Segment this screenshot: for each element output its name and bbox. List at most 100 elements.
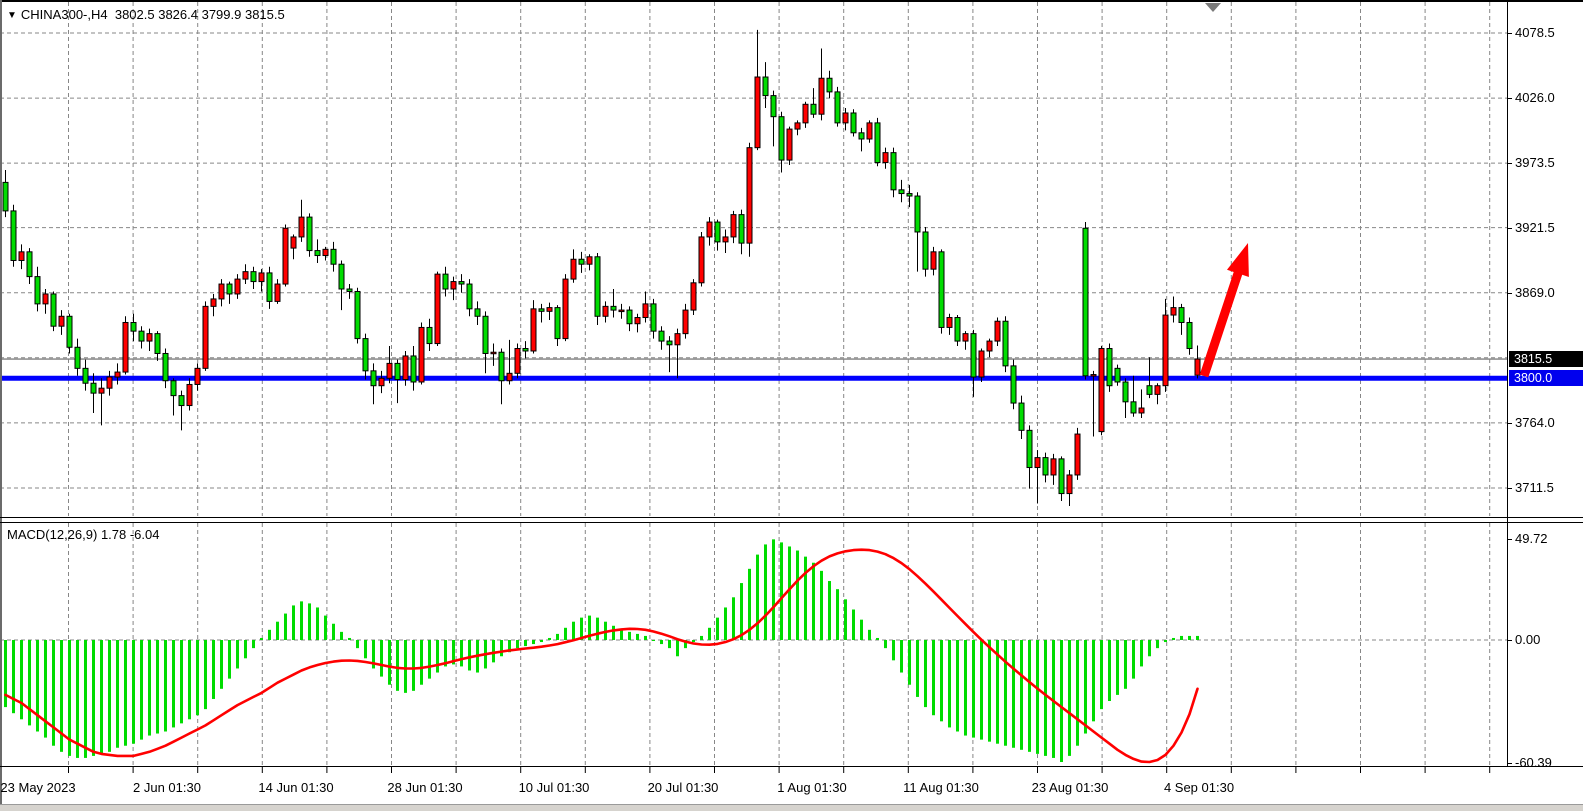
candle-body-bear bbox=[1115, 368, 1120, 382]
price-axis-label: 3764.0 bbox=[1515, 416, 1555, 430]
macd-bar bbox=[316, 607, 319, 640]
candle-body-bear bbox=[331, 249, 336, 264]
macd-bar bbox=[100, 640, 103, 754]
macd-bar bbox=[716, 618, 719, 640]
symbol-dropdown-icon[interactable]: ▼ bbox=[7, 10, 17, 21]
macd-axis-tick bbox=[1507, 539, 1512, 540]
time-axis-ticks bbox=[0, 767, 1508, 775]
candle-body-bear bbox=[859, 133, 864, 139]
macd-bar bbox=[868, 630, 871, 640]
macd-bottom-border bbox=[0, 766, 1583, 767]
macd-bar bbox=[1036, 640, 1039, 754]
time-axis-label: 11 Aug 01:30 bbox=[903, 780, 979, 795]
macd-bar bbox=[692, 640, 695, 642]
macd-bar bbox=[852, 610, 855, 640]
macd-bar bbox=[908, 640, 911, 685]
macd-bar bbox=[1092, 640, 1095, 721]
candle-body-bear bbox=[51, 294, 56, 326]
macd-bar bbox=[820, 571, 823, 640]
candle-body-bull bbox=[491, 352, 496, 354]
trend-arrow[interactable] bbox=[1200, 243, 1249, 377]
window-bottom-edge bbox=[0, 804, 1583, 811]
candle-body-bull bbox=[683, 310, 688, 334]
candle-body-bull bbox=[531, 309, 536, 351]
candle-body-bear bbox=[579, 259, 584, 264]
candle-body-bear bbox=[443, 274, 448, 289]
candle-body-bear bbox=[1131, 402, 1136, 413]
price-axis-label: 4078.5 bbox=[1515, 26, 1555, 40]
macd-bar bbox=[412, 640, 415, 691]
macd-bar bbox=[196, 640, 199, 715]
candle-body-bear bbox=[459, 282, 464, 284]
macd-bar bbox=[1196, 636, 1199, 640]
candle-body-bull bbox=[723, 237, 728, 242]
chart-top-border bbox=[0, 0, 1583, 2]
macd-bar bbox=[380, 640, 383, 677]
chart-window: ▼CHINA300-,H4 3802.5 3826.4 3799.9 3815.… bbox=[0, 0, 1583, 811]
candle-body-bull bbox=[243, 272, 248, 279]
candle-body-bear bbox=[1011, 366, 1016, 403]
macd-name: MACD(12,26,9) bbox=[7, 527, 97, 542]
candle-body-bull bbox=[643, 304, 648, 318]
macd-bar bbox=[812, 563, 815, 640]
macd-bar bbox=[188, 640, 191, 719]
candle-body-bear bbox=[179, 396, 184, 406]
candle-body-bear bbox=[771, 96, 776, 117]
candle-body-bull bbox=[867, 123, 872, 139]
macd-bar bbox=[764, 544, 767, 640]
macd-bar bbox=[52, 640, 55, 746]
macd-axis-label: 49.72 bbox=[1515, 532, 1548, 546]
macd-bar bbox=[28, 640, 31, 725]
macd-bar bbox=[332, 624, 335, 640]
macd-bar bbox=[572, 622, 575, 640]
macd-bar bbox=[388, 640, 391, 685]
candle-body-bear bbox=[955, 318, 960, 342]
candle-body-bull bbox=[1139, 408, 1144, 413]
macd-bar bbox=[20, 640, 23, 719]
candle-body-bull bbox=[451, 282, 456, 289]
candle-body-bull bbox=[755, 77, 760, 148]
macd-bar bbox=[1116, 640, 1119, 695]
macd-bar bbox=[236, 640, 239, 668]
macd-bar bbox=[1076, 640, 1079, 746]
candle-body-bull bbox=[963, 334, 968, 341]
candle-body-bull bbox=[795, 123, 800, 129]
scroll-end-marker-icon[interactable] bbox=[1205, 3, 1221, 12]
macd-bar bbox=[124, 640, 127, 746]
panel-separator-bottom[interactable] bbox=[0, 522, 1583, 523]
macd-bar bbox=[1044, 640, 1047, 756]
candle-body-bear bbox=[1123, 382, 1128, 402]
candle-body-bear bbox=[1027, 430, 1032, 467]
macd-panel-area[interactable] bbox=[0, 522, 1508, 767]
candle-body-bear bbox=[939, 252, 944, 328]
main-chart-area[interactable] bbox=[0, 0, 1508, 518]
candle-body-bull bbox=[883, 153, 888, 163]
macd-bar bbox=[828, 581, 831, 640]
candle-body-bear bbox=[1083, 228, 1088, 376]
candle-body-bear bbox=[1179, 308, 1184, 323]
macd-bar bbox=[364, 640, 367, 658]
candle-body-bull bbox=[803, 104, 808, 123]
candle-body-bull bbox=[59, 316, 64, 326]
candle-body-bull bbox=[1171, 308, 1176, 315]
candle-body-bull bbox=[747, 148, 752, 243]
macd-bar bbox=[724, 607, 727, 640]
macd-bar bbox=[948, 640, 951, 727]
candle-body-bull bbox=[259, 273, 264, 282]
macd-bar bbox=[428, 640, 431, 679]
macd-bar bbox=[12, 640, 15, 713]
panel-separator-top[interactable] bbox=[0, 517, 1583, 518]
price-axis-label: 4026.0 bbox=[1515, 91, 1555, 105]
candle-body-bear bbox=[483, 316, 488, 353]
candle-body-bull bbox=[979, 351, 984, 377]
macd-bar bbox=[1180, 636, 1183, 640]
macd-gridlines bbox=[0, 523, 1508, 765]
price-axis-label: 3921.5 bbox=[1515, 221, 1555, 235]
time-axis-label: 1 Aug 01:30 bbox=[777, 780, 846, 795]
candle-body-bear bbox=[1043, 458, 1048, 475]
macd-values: 1.78 -6.04 bbox=[101, 527, 160, 542]
candle-body-bull bbox=[563, 279, 568, 339]
chart-left-border bbox=[0, 0, 2, 805]
macd-bar bbox=[804, 557, 807, 640]
macd-bar bbox=[836, 589, 839, 640]
